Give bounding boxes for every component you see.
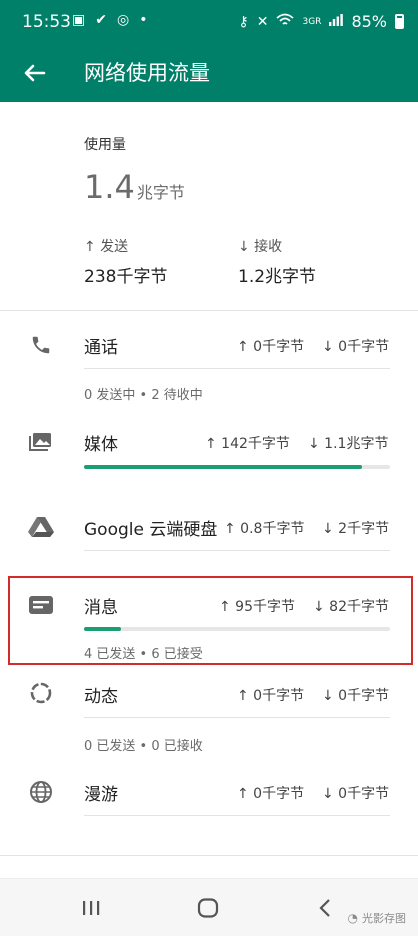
page-title: 网络使用流量 [84,61,210,85]
gallery-icon: ▣ [72,12,86,28]
highlight-box [8,576,413,665]
divider [84,550,390,551]
recents-icon [83,901,100,915]
media-icon [26,427,56,457]
roaming-upload: ↑ 0千字节 [237,786,305,802]
total-usage-value: 1.4 [84,168,135,206]
status-icon [26,678,56,708]
sync-icon: ◎ [116,12,130,28]
total-usage: 1.4 兆字节 [84,168,185,206]
divider [84,717,390,718]
globe-icon [26,777,56,807]
back-button[interactable] [20,58,50,88]
received-summary: ↓ 接收 1.2兆字节 [238,236,316,287]
signal-icon [329,13,344,30]
received-value: 1.2兆字节 [238,267,317,287]
received-label: ↓ 接收 [238,239,283,255]
media-progress-bar [84,465,390,469]
wechat-icon: ◔ [347,911,358,925]
dot-icon: • [139,12,148,28]
media-download: ↓ 1.1兆字节 [308,436,389,452]
back-arrow-icon [24,64,46,82]
calls-subtext: 0 发送中 • 2 待收中 [84,388,203,403]
status-upload: ↑ 0千字节 [237,688,305,704]
usage-label: 使用量 [84,137,126,153]
calls-upload: ↑ 0千字节 [237,339,305,355]
wifi-icon [276,13,295,31]
divider [84,815,390,816]
drive-download: ↓ 2千字节 [322,521,390,537]
mute-icon: ✕ [256,13,269,30]
system-nav-bar: ◔ 光影存图 [0,878,418,936]
battery-percent: 85% [351,12,387,31]
app-row-roaming[interactable]: 漫游 [84,780,118,805]
home-button[interactable] [193,895,223,921]
status-bar: 15:53 ▣ ✔ ◎ • ⚷ ✕ 3GR 85% [0,0,418,44]
sent-value: 238千字节 [84,267,168,287]
calls-download: ↓ 0千字节 [322,339,390,355]
status-download: ↓ 0千字节 [322,688,390,704]
total-usage-unit: 兆字节 [136,183,185,202]
sent-label: ↑ 发送 [84,239,129,255]
home-icon [197,898,219,918]
watermark-text: 光影存图 [362,912,406,925]
status-time: 15:53 [22,12,71,32]
roaming-download: ↓ 0千字节 [322,786,390,802]
network-type: 3GR [302,16,322,27]
drive-upload: ↑ 0.8千字节 [224,521,305,537]
app-row-media[interactable]: 媒体 [84,430,118,455]
key-icon: ⚷ [238,13,249,30]
chevron-left-icon [319,899,330,917]
watermark: ◔ 光影存图 [348,910,406,926]
divider [84,368,390,369]
media-progress-fill [84,465,363,469]
vpn-icon: ✔ [95,12,107,28]
app-row-calls[interactable]: 通话 [84,333,118,358]
battery-icon [395,14,404,29]
status-left-icons: ▣ ✔ ◎ • [72,12,147,28]
app-row-google-drive[interactable]: Google 云端硬盘 [84,515,217,540]
divider [0,855,418,856]
status-right-icons: ⚷ ✕ 3GR 85% [238,12,404,31]
app-bar: 网络使用流量 [0,44,418,102]
app-row-status[interactable]: 动态 [84,682,118,707]
status-subtext: 0 已发送 • 0 已接收 [84,739,203,754]
sent-summary: ↑ 发送 238千字节 [84,236,167,287]
divider [0,310,418,311]
google-drive-icon [26,512,56,542]
back-nav-button[interactable] [310,895,340,921]
recent-apps-button[interactable] [76,895,106,921]
media-upload: ↑ 142千字节 [205,436,290,452]
phone-icon [26,330,56,360]
